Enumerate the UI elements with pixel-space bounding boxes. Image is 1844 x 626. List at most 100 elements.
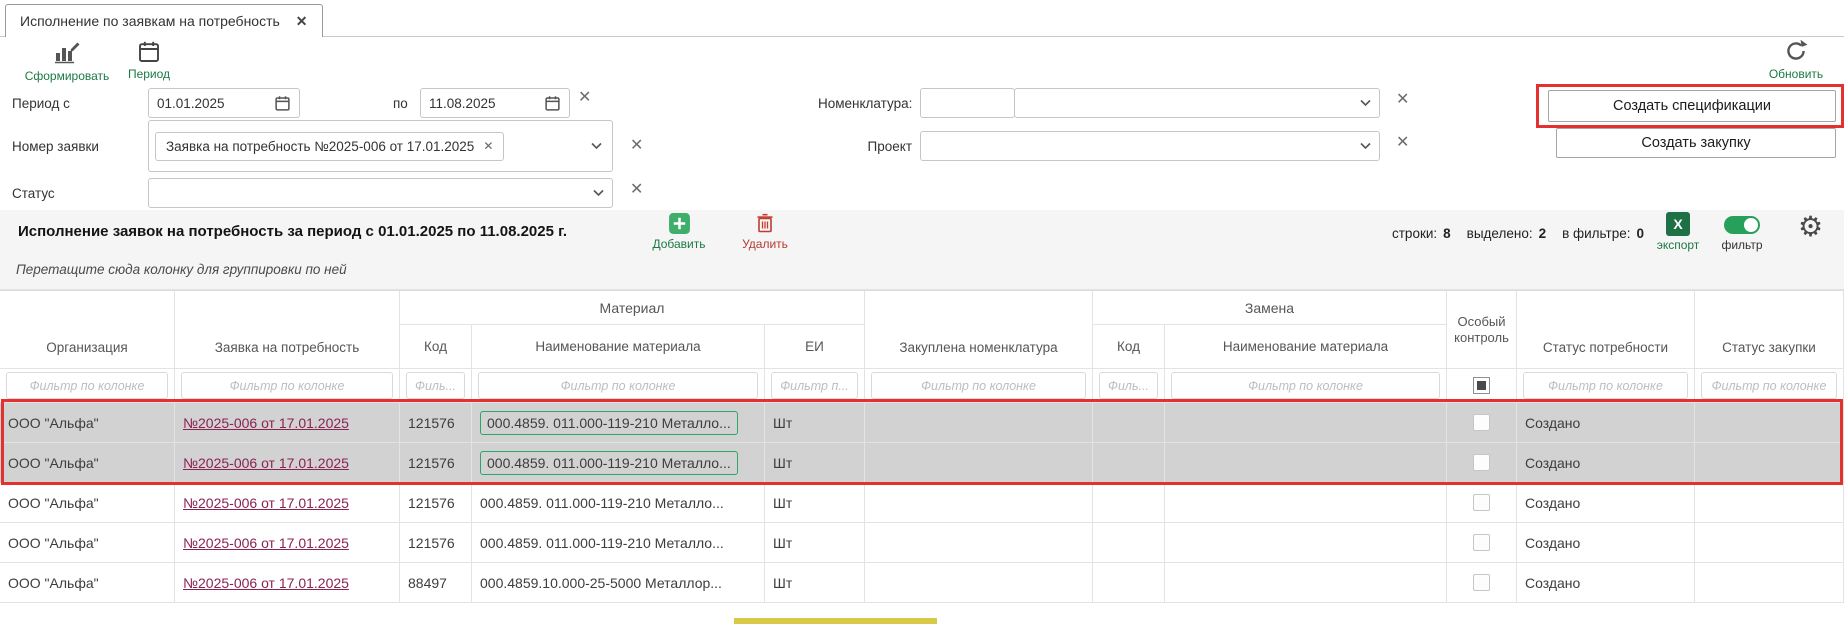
refresh-button[interactable]: Обновить — [1756, 38, 1836, 81]
export-button[interactable]: X экспорт — [1648, 212, 1708, 252]
filter-input-code[interactable] — [406, 372, 465, 399]
cell-request[interactable]: №2025-006 от 17.01.2025 — [175, 523, 400, 563]
status-clear-icon[interactable]: ✕ — [630, 182, 643, 198]
tab-close-icon[interactable]: ✕ — [296, 13, 308, 30]
filter-input-purchased[interactable] — [871, 372, 1086, 399]
cell-need-status[interactable]: Создано — [1517, 563, 1695, 603]
create-specifications-button[interactable]: Создать спецификации — [1548, 90, 1836, 122]
chevron-down-icon[interactable] — [1360, 142, 1371, 150]
cell-purchase-status[interactable] — [1695, 563, 1844, 603]
cell-special[interactable] — [1447, 403, 1517, 443]
cell-purchase-status[interactable] — [1695, 483, 1844, 523]
cell-material2[interactable] — [1165, 483, 1447, 523]
col-header-request[interactable]: Заявка на потребность — [175, 291, 400, 369]
cell-need-status[interactable]: Создано — [1517, 443, 1695, 483]
special-control-checkbox[interactable] — [1473, 494, 1490, 511]
request-link[interactable]: №2025-006 от 17.01.2025 — [183, 535, 349, 551]
filter-input-unit[interactable] — [771, 372, 858, 399]
cell-material2[interactable] — [1165, 563, 1447, 603]
cell-code2[interactable] — [1093, 443, 1165, 483]
cell-request[interactable]: №2025-006 от 17.01.2025 — [175, 403, 400, 443]
cell-code[interactable]: 88497 — [400, 563, 472, 603]
filter-input-request[interactable] — [181, 372, 393, 399]
cell-purchased[interactable] — [865, 563, 1093, 603]
period-to-input[interactable]: 11.08.2025 — [420, 88, 570, 118]
chevron-down-icon[interactable] — [591, 142, 602, 150]
cell-organization[interactable]: ООО "Альфа" — [0, 563, 175, 603]
col-header-material-name2[interactable]: Наименование материала — [1165, 325, 1447, 369]
cell-material[interactable]: 000.4859. 011.000-119-210 Металло... — [472, 443, 765, 483]
project-clear-icon[interactable]: ✕ — [1396, 135, 1409, 151]
cell-special[interactable] — [1447, 483, 1517, 523]
col-header-special-control[interactable]: Особый контроль — [1447, 291, 1517, 369]
cell-unit[interactable]: Шт — [765, 403, 865, 443]
delete-button[interactable]: Удалить — [730, 212, 800, 251]
horizontal-scrollbar-thumb[interactable] — [734, 618, 937, 624]
request-link[interactable]: №2025-006 от 17.01.2025 — [183, 455, 349, 471]
cell-organization[interactable]: ООО "Альфа" — [0, 403, 175, 443]
col-header-purchased[interactable]: Закуплена номенклатура — [865, 291, 1093, 369]
filter-toggle[interactable]: фильтр — [1712, 216, 1772, 252]
request-number-select[interactable]: Заявка на потребность №2025-006 от 17.01… — [148, 120, 613, 172]
cell-code2[interactable] — [1093, 483, 1165, 523]
cell-need-status[interactable]: Создано — [1517, 403, 1695, 443]
cell-code[interactable]: 121576 — [400, 523, 472, 563]
cell-request[interactable]: №2025-006 от 17.01.2025 — [175, 563, 400, 603]
col-header-organization[interactable]: Организация — [0, 291, 175, 369]
cell-material2[interactable] — [1165, 443, 1447, 483]
cell-code2[interactable] — [1093, 523, 1165, 563]
cell-purchase-status[interactable] — [1695, 403, 1844, 443]
filter-input-material2[interactable] — [1171, 372, 1440, 399]
cell-purchased[interactable] — [865, 443, 1093, 483]
special-control-checkbox[interactable] — [1473, 534, 1490, 551]
col-header-purchase-status[interactable]: Статус закупки — [1695, 291, 1844, 369]
filter-input-code2[interactable] — [1099, 372, 1158, 399]
nomenclature-select[interactable] — [1014, 88, 1380, 118]
tab-execution-requests[interactable]: Исполнение по заявкам на потребность ✕ — [5, 4, 323, 37]
filter-input-material[interactable] — [478, 372, 758, 399]
tag-remove-icon[interactable]: ✕ — [483, 139, 493, 153]
project-select[interactable] — [920, 131, 1380, 161]
cell-request[interactable]: №2025-006 от 17.01.2025 — [175, 483, 400, 523]
cell-unit[interactable]: Шт — [765, 563, 865, 603]
cell-special[interactable] — [1447, 523, 1517, 563]
cell-organization[interactable]: ООО "Альфа" — [0, 523, 175, 563]
col-header-code[interactable]: Код — [400, 325, 472, 369]
special-control-checkbox[interactable] — [1473, 454, 1490, 471]
request-link[interactable]: №2025-006 от 17.01.2025 — [183, 495, 349, 511]
nomenclature-code-input[interactable] — [920, 88, 1015, 118]
toggle-on-icon[interactable] — [1724, 216, 1760, 234]
chevron-down-icon[interactable] — [593, 189, 604, 197]
cell-purchase-status[interactable] — [1695, 443, 1844, 483]
cell-unit[interactable]: Шт — [765, 523, 865, 563]
gear-icon[interactable]: ⚙ — [1798, 212, 1823, 243]
col-header-need-status[interactable]: Статус потребности — [1517, 291, 1695, 369]
cell-purchase-status[interactable] — [1695, 523, 1844, 563]
cell-purchased[interactable] — [865, 483, 1093, 523]
cell-code[interactable]: 121576 — [400, 443, 472, 483]
status-select[interactable] — [148, 178, 613, 208]
add-button[interactable]: Добавить — [644, 212, 714, 251]
cell-material2[interactable] — [1165, 403, 1447, 443]
generate-button[interactable]: Сформировать — [22, 40, 112, 83]
nomenclature-clear-icon[interactable]: ✕ — [1396, 92, 1409, 108]
special-control-checkbox[interactable] — [1473, 414, 1490, 431]
filter-input-organization[interactable] — [6, 372, 168, 399]
cell-code[interactable]: 121576 — [400, 403, 472, 443]
col-header-code2[interactable]: Код — [1093, 325, 1165, 369]
cell-purchased[interactable] — [865, 523, 1093, 563]
period-button[interactable]: Период — [114, 40, 184, 81]
cell-unit[interactable]: Шт — [765, 483, 865, 523]
filter-input-need-status[interactable] — [1523, 372, 1688, 399]
cell-material2[interactable] — [1165, 523, 1447, 563]
cell-unit[interactable]: Шт — [765, 443, 865, 483]
cell-need-status[interactable]: Создано — [1517, 483, 1695, 523]
period-from-input[interactable]: 01.01.2025 — [148, 88, 300, 118]
cell-purchased[interactable] — [865, 403, 1093, 443]
request-link[interactable]: №2025-006 от 17.01.2025 — [183, 575, 349, 591]
special-control-checkbox[interactable] — [1473, 574, 1490, 591]
cell-code2[interactable] — [1093, 403, 1165, 443]
filter-input-purchase-status[interactable] — [1701, 372, 1837, 399]
col-header-unit[interactable]: ЕИ — [765, 325, 865, 369]
create-purchase-button[interactable]: Создать закупку — [1556, 128, 1836, 158]
